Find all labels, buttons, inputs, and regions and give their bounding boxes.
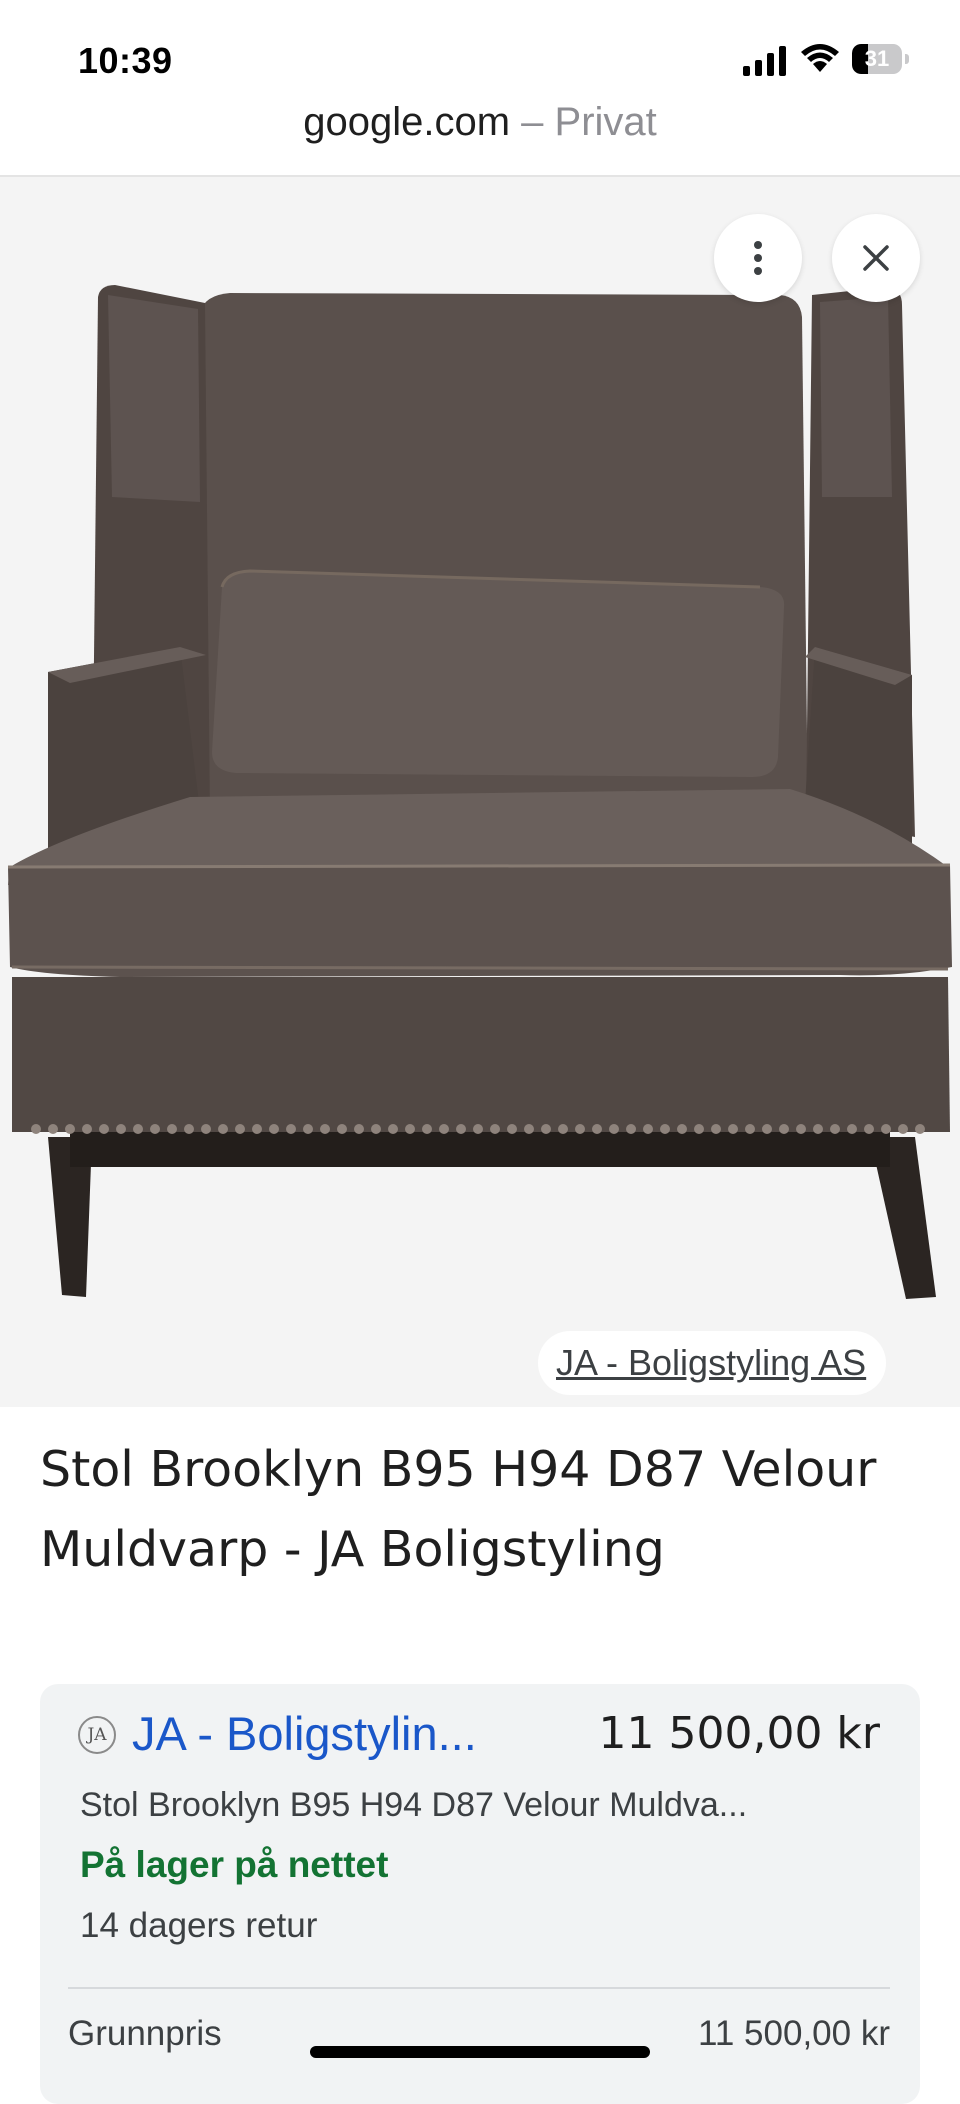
nailhead — [303, 1124, 313, 1134]
url-separator: – — [510, 100, 555, 144]
nailhead — [813, 1124, 823, 1134]
nailhead — [473, 1124, 483, 1134]
nailhead — [728, 1124, 738, 1134]
nailhead — [286, 1124, 296, 1134]
nailhead — [626, 1124, 636, 1134]
nailhead — [99, 1124, 109, 1134]
nailhead — [830, 1124, 840, 1134]
nailhead — [592, 1124, 602, 1134]
home-indicator[interactable] — [310, 2046, 650, 2058]
nailhead — [575, 1124, 585, 1134]
battery-level: 31 — [864, 46, 890, 71]
nailhead — [371, 1124, 381, 1134]
nailhead — [201, 1124, 211, 1134]
nailhead — [779, 1124, 789, 1134]
nailhead — [82, 1124, 92, 1134]
nailhead — [354, 1124, 364, 1134]
nailhead — [762, 1124, 772, 1134]
nailhead — [422, 1124, 432, 1134]
nailhead — [269, 1124, 279, 1134]
nailhead — [745, 1124, 755, 1134]
nailhead — [439, 1124, 449, 1134]
nailhead — [116, 1124, 126, 1134]
nailhead — [864, 1124, 874, 1134]
nailhead — [456, 1124, 466, 1134]
nailhead — [881, 1124, 891, 1134]
nailhead — [915, 1124, 925, 1134]
private-mode-label: Privat — [554, 100, 657, 144]
close-button[interactable] — [832, 214, 920, 302]
nailhead — [31, 1124, 41, 1134]
base-price-label: Grunnpris — [68, 2014, 222, 2053]
more-options-button[interactable] — [714, 214, 802, 302]
card-divider — [68, 1987, 890, 1989]
nailhead — [660, 1124, 670, 1134]
battery-icon: 31 — [852, 44, 910, 74]
nailhead — [677, 1124, 687, 1134]
nailhead — [796, 1124, 806, 1134]
nailhead — [405, 1124, 415, 1134]
nailhead — [252, 1124, 262, 1134]
availability-status: På lager på nettet — [80, 1844, 389, 1885]
offer-price: 11 500,00 kr — [598, 1708, 881, 1759]
nailhead — [558, 1124, 568, 1134]
nailhead — [337, 1124, 347, 1134]
nailhead — [320, 1124, 330, 1134]
product-title[interactable]: Stol Brooklyn B95 H94 D87 Velour Muldvar… — [40, 1430, 900, 1590]
seller-logo: JA — [78, 1716, 116, 1754]
nailhead — [133, 1124, 143, 1134]
image-source-link[interactable]: JA - Boligstyling AS — [538, 1331, 887, 1395]
more-vertical-icon — [754, 241, 762, 275]
return-policy: 14 dagers retur — [80, 1906, 318, 1945]
status-bar: 10:39 31 — [0, 0, 960, 110]
nailhead — [150, 1124, 160, 1134]
nailhead — [48, 1124, 58, 1134]
nailhead — [541, 1124, 551, 1134]
address-bar[interactable]: google.com – Privat — [0, 100, 960, 145]
close-icon — [863, 245, 889, 271]
nailhead — [184, 1124, 194, 1134]
offer-description: Stol Brooklyn B95 H94 D87 Velour Muldva.… — [80, 1786, 748, 1824]
wifi-icon — [801, 44, 839, 72]
offer-card[interactable]: JA JA - Boligstylin... 11 500,00 kr Stol… — [40, 1684, 920, 2104]
cellular-signal-icon — [743, 46, 786, 76]
nailhead — [235, 1124, 245, 1134]
nailhead — [694, 1124, 704, 1134]
nailhead — [388, 1124, 398, 1134]
nailhead — [847, 1124, 857, 1134]
status-time: 10:39 — [78, 40, 173, 81]
nailhead — [609, 1124, 619, 1134]
nailhead — [490, 1124, 500, 1134]
product-image-armchair[interactable] — [0, 177, 960, 1407]
seller-link[interactable]: JA - Boligstylin... — [132, 1706, 477, 1761]
base-price-value: 11 500,00 kr — [698, 2014, 890, 2053]
nailhead — [507, 1124, 517, 1134]
nailhead — [898, 1124, 908, 1134]
nailhead — [524, 1124, 534, 1134]
image-viewer[interactable]: JA - Boligstyling AS — [0, 177, 960, 1407]
nailhead — [711, 1124, 721, 1134]
nailhead — [218, 1124, 228, 1134]
nailhead — [167, 1124, 177, 1134]
nailhead — [65, 1124, 75, 1134]
nailhead — [643, 1124, 653, 1134]
url-host: google.com — [303, 100, 511, 144]
